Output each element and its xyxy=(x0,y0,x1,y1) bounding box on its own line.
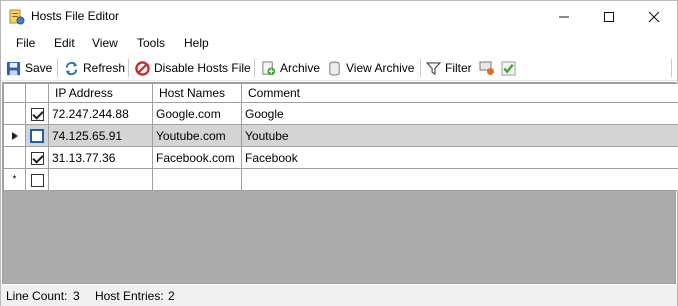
toolbar-separator xyxy=(128,59,129,77)
header-corner xyxy=(3,83,26,103)
menu-view[interactable]: View xyxy=(92,36,118,50)
filter-icon xyxy=(426,61,441,75)
refresh-label: Refresh xyxy=(83,61,126,75)
view-archive-icon xyxy=(329,60,340,76)
disable-icon xyxy=(135,60,150,76)
maximize-button[interactable] xyxy=(586,1,632,32)
host-cell[interactable]: Youtube.com xyxy=(152,124,242,147)
comment-cell[interactable]: Youtube xyxy=(241,124,678,147)
hosts-table: IP Address Host Names Comment 72.247.244… xyxy=(3,83,678,191)
table-row[interactable]: 31.13.77.36 Facebook.com Facebook xyxy=(3,146,678,169)
header-row: IP Address Host Names Comment xyxy=(3,83,678,103)
current-row-arrow-icon xyxy=(11,131,18,140)
enabled-checkbox[interactable] xyxy=(30,107,44,121)
filter-label: Filter xyxy=(445,61,472,75)
enabled-cell[interactable] xyxy=(25,168,49,191)
close-button[interactable] xyxy=(631,1,677,32)
minimize-button[interactable] xyxy=(541,1,587,32)
disable-hosts-file-button[interactable]: Disable Hosts File xyxy=(135,58,251,78)
header-ip-address[interactable]: IP Address xyxy=(48,83,153,103)
menu-tools[interactable]: Tools xyxy=(137,36,165,50)
view-archive-label: View Archive xyxy=(346,61,415,75)
header-host-names[interactable]: Host Names xyxy=(152,83,242,103)
archive-button[interactable]: Archive xyxy=(261,58,320,78)
new-row-marker: * xyxy=(3,168,26,191)
window-title: Hosts File Editor xyxy=(31,9,120,23)
ip-cell[interactable] xyxy=(48,168,153,191)
archive-label: Archive xyxy=(280,61,321,75)
app-icon xyxy=(9,9,25,25)
header-comment[interactable]: Comment xyxy=(241,83,678,103)
enabled-cell[interactable] xyxy=(25,124,49,147)
line-count-value: 3 xyxy=(73,289,80,303)
checkmark-icon xyxy=(501,60,516,76)
host-cell[interactable]: Google.com xyxy=(152,102,242,125)
comment-cell[interactable]: Facebook xyxy=(241,146,678,169)
menu-help[interactable]: Help xyxy=(184,36,209,50)
enabled-cell[interactable] xyxy=(25,102,49,125)
toolbar: Save Refresh Disable Hosts File Archive … xyxy=(1,55,677,81)
ip-cell[interactable]: 31.13.77.36 xyxy=(48,146,153,169)
menu-file[interactable]: File xyxy=(16,36,35,50)
enabled-cell[interactable] xyxy=(25,146,49,169)
archive-icon xyxy=(262,60,276,75)
host-cell[interactable]: Facebook.com xyxy=(152,146,242,169)
table-row[interactable]: 74.125.65.91 Youtube.com Youtube xyxy=(3,124,678,147)
refresh-icon xyxy=(65,61,78,75)
toolbar-separator xyxy=(57,59,58,77)
menu-bar: File Edit View Tools Help xyxy=(1,33,677,54)
filter-button[interactable]: Filter xyxy=(426,58,472,78)
row-header[interactable] xyxy=(3,102,26,125)
toolbar-separator xyxy=(420,59,421,77)
ip-cell[interactable]: 72.247.244.88 xyxy=(48,102,153,125)
disable-hosts-file-label: Disable Hosts File xyxy=(154,61,251,75)
title-bar: Hosts File Editor xyxy=(1,1,677,32)
save-button[interactable]: Save xyxy=(6,58,52,78)
floppy-disk-icon xyxy=(6,61,21,75)
apply-check-button[interactable] xyxy=(501,58,520,78)
save-label: Save xyxy=(25,61,53,75)
table-row[interactable]: 72.247.244.88 Google.com Google xyxy=(3,102,678,125)
toolbar-separator xyxy=(254,59,255,77)
toolbar-edge xyxy=(671,59,672,77)
hosts-file-editor-window: Hosts File Editor File Edit View Tools H… xyxy=(0,0,678,306)
hosts-options-button[interactable] xyxy=(479,58,499,78)
host-entries-value: 2 xyxy=(168,289,175,303)
hosts-grid: IP Address Host Names Comment 72.247.244… xyxy=(2,82,678,284)
menu-edit[interactable]: Edit xyxy=(54,36,75,50)
header-enabled[interactable] xyxy=(25,83,49,103)
ip-cell[interactable]: 74.125.65.91 xyxy=(48,124,153,147)
row-header[interactable] xyxy=(3,124,26,147)
comment-cell[interactable]: Google xyxy=(241,102,678,125)
hosts-options-icon xyxy=(479,61,494,75)
host-entries-label: Host Entries: xyxy=(95,289,164,303)
refresh-button[interactable]: Refresh xyxy=(64,58,125,78)
host-cell[interactable] xyxy=(152,168,242,191)
enabled-checkbox[interactable] xyxy=(30,128,44,143)
view-archive-button[interactable]: View Archive xyxy=(327,58,414,78)
enabled-checkbox[interactable] xyxy=(30,173,44,187)
status-bar: Line Count: 3 Host Entries: 2 xyxy=(1,285,677,306)
new-row[interactable]: * xyxy=(3,168,678,191)
comment-cell[interactable] xyxy=(241,168,678,191)
enabled-checkbox[interactable] xyxy=(30,151,44,165)
line-count-label: Line Count: xyxy=(6,289,68,303)
row-header[interactable] xyxy=(3,146,26,169)
